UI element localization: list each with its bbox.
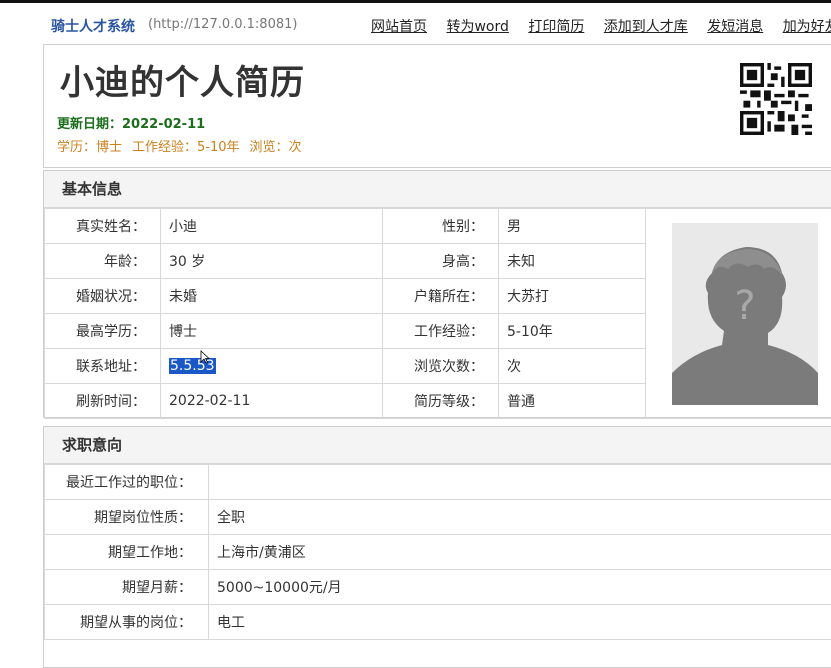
default-avatar-icon: ? [672,223,818,405]
field-value: 5-10年 [499,314,646,349]
nav-sms-link[interactable]: 发短消息 [707,19,763,35]
mouse-cursor-icon [200,350,210,364]
table-row: 期望工作地： 上海市/黄浦区 [45,535,831,570]
field-value: 电工 [209,605,831,640]
updated-label: 更新日期： [57,117,122,132]
top-bar: 骑士人才系统 (http://127.0.0.1:8081) 网站首页 转为wo… [0,3,831,41]
page-title: 小迪的个人简历 [60,55,305,104]
resume-header-card: 小迪的个人简历 更新日期：2022-02-11 学历：博士工作经验：5-10年浏… [43,44,831,168]
field-label: 年龄： [45,244,161,279]
nav-add-friend-link[interactable]: 加为好友 [783,19,831,35]
field-label: 刷新时间： [45,384,161,419]
field-label: 工作经验： [383,314,499,349]
field-value: 大苏打 [499,279,646,314]
table-row: 期望月薪： 5000~10000元/月 [45,570,831,605]
field-label: 真实姓名： [45,209,161,244]
table-row: 期望岗位性质： 全职 [45,500,831,535]
field-label: 期望从事的岗位： [45,605,209,640]
svg-text:?: ? [734,283,755,329]
summary-education: 学历：博士 [57,140,122,155]
updated-date: 更新日期：2022-02-11 [57,113,205,132]
resume-summary: 学历：博士工作经验：5-10年浏览：次 [57,136,312,155]
field-value: 2022-02-11 [161,384,383,419]
field-label: 简历等级： [383,384,499,419]
table-row: 真实姓名： 小迪 性别： 男 ? [45,209,831,244]
field-value: 上海市/黄浦区 [209,535,831,570]
basic-info-table: 真实姓名： 小迪 性别： 男 ? 年龄： 30 岁 身高： 未知 婚姻状况： 未… [44,208,831,419]
field-label: 户籍所在： [383,279,499,314]
job-intent-table: 最近工作过的职位： 期望岗位性质： 全职 期望工作地： 上海市/黄浦区 期望月薪… [44,464,831,640]
summary-experience: 工作经验：5-10年 [132,140,240,155]
basic-info-section: 基本信息 真实姓名： 小迪 性别： 男 ? 年龄： 30 岁 身高： 未知 [43,170,831,418]
field-label: 婚姻状况： [45,279,161,314]
address-cell: 5.5.53 [161,349,383,384]
field-value: 未婚 [161,279,383,314]
field-label: 身高： [383,244,499,279]
table-row: 最近工作过的职位： [45,465,831,500]
site-brand[interactable]: 骑士人才系统 [51,16,135,36]
updated-value: 2022-02-11 [122,117,205,132]
field-value [209,465,831,500]
job-intent-section: 求职意向 最近工作过的职位： 期望岗位性质： 全职 期望工作地： 上海市/黄浦区… [43,426,831,668]
field-label: 期望工作地： [45,535,209,570]
field-value: 30 岁 [161,244,383,279]
field-value: 普通 [499,384,646,419]
field-label: 期望岗位性质： [45,500,209,535]
photo-cell: ? [646,209,831,419]
nav-word-link[interactable]: 转为word [446,19,508,35]
field-label: 最近工作过的职位： [45,465,209,500]
top-nav: 网站首页 转为word 打印简历 添加到人才库 发短消息 加为好友 [371,16,831,36]
field-label: 最高学历： [45,314,161,349]
field-value: 小迪 [161,209,383,244]
summary-views: 浏览：次 [250,140,302,155]
field-value: 5000~10000元/月 [209,570,831,605]
basic-info-heading: 基本信息 [44,171,831,208]
field-label: 联系地址： [45,349,161,384]
field-label: 性别： [383,209,499,244]
field-value: 全职 [209,500,831,535]
field-label: 期望月薪： [45,570,209,605]
field-value: 博士 [161,314,383,349]
field-value: 次 [499,349,646,384]
field-value: 男 [499,209,646,244]
job-intent-heading: 求职意向 [44,427,831,464]
site-url: (http://127.0.0.1:8081) [148,17,297,32]
field-label: 浏览次数： [383,349,499,384]
nav-print-link[interactable]: 打印简历 [528,19,584,35]
nav-home-link[interactable]: 网站首页 [371,19,427,35]
field-value: 未知 [499,244,646,279]
qr-code-icon [740,63,812,135]
table-row: 期望从事的岗位： 电工 [45,605,831,640]
nav-talent-pool-link[interactable]: 添加到人才库 [604,19,688,35]
